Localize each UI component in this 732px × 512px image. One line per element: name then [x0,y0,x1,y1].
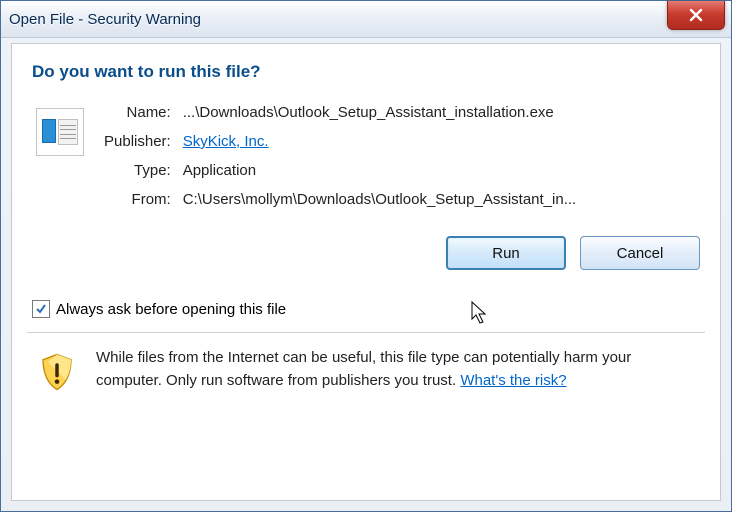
name-label: Name: [104,104,173,121]
security-warning-dialog: Open File - Security Warning Do you want… [0,0,732,512]
dialog-body: Do you want to run this file? Name: ...\… [11,43,721,501]
title-bar[interactable]: Open File - Security Warning [1,1,731,38]
shield-warning-icon [36,351,78,393]
close-button[interactable] [667,1,725,30]
type-value: Application [183,162,577,179]
publisher-link[interactable]: SkyKick, Inc. [183,133,269,150]
divider [27,332,705,333]
from-label: From: [104,191,173,208]
publisher-label: Publisher: [104,133,173,150]
type-label: Type: [104,162,173,179]
footer: While files from the Internet can be use… [32,347,700,393]
name-value: ...\Downloads\Outlook_Setup_Assistant_in… [183,104,577,121]
cancel-button[interactable]: Cancel [580,236,700,270]
run-button[interactable]: Run [446,236,566,270]
close-icon [688,7,704,23]
button-row: Run Cancel [32,236,700,270]
always-ask-row[interactable]: Always ask before opening this file [32,300,700,318]
dialog-heading: Do you want to run this file? [32,62,700,82]
always-ask-checkbox[interactable] [32,300,50,318]
check-icon [35,303,47,315]
whats-the-risk-link[interactable]: What's the risk? [460,372,566,389]
application-icon [36,108,84,156]
window-title: Open File - Security Warning [9,11,201,28]
footer-text-block: While files from the Internet can be use… [96,347,700,393]
always-ask-label: Always ask before opening this file [56,301,286,318]
file-info-table: Name: ...\Downloads\Outlook_Setup_Assist… [104,104,576,208]
from-value: C:\Users\mollym\Downloads\Outlook_Setup_… [183,191,577,208]
